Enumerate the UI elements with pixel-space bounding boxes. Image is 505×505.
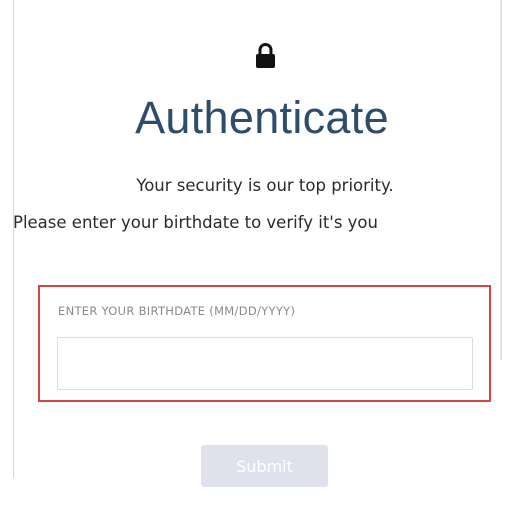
birthdate-label: ENTER YOUR BIRTHDATE (MM/DD/YYYY) — [58, 304, 296, 318]
security-message: Your security is our top priority. — [136, 176, 394, 195]
verify-instructions: Please enter your birthdate to verify it… — [13, 213, 378, 232]
page-title: Authenticate — [135, 92, 389, 143]
submit-button[interactable]: Submit — [201, 445, 328, 487]
lock-icon — [256, 43, 275, 68]
birthdate-input[interactable] — [57, 337, 473, 390]
panel-border-left — [13, 0, 14, 478]
auth-screen: Authenticate Your security is our top pr… — [0, 0, 505, 505]
